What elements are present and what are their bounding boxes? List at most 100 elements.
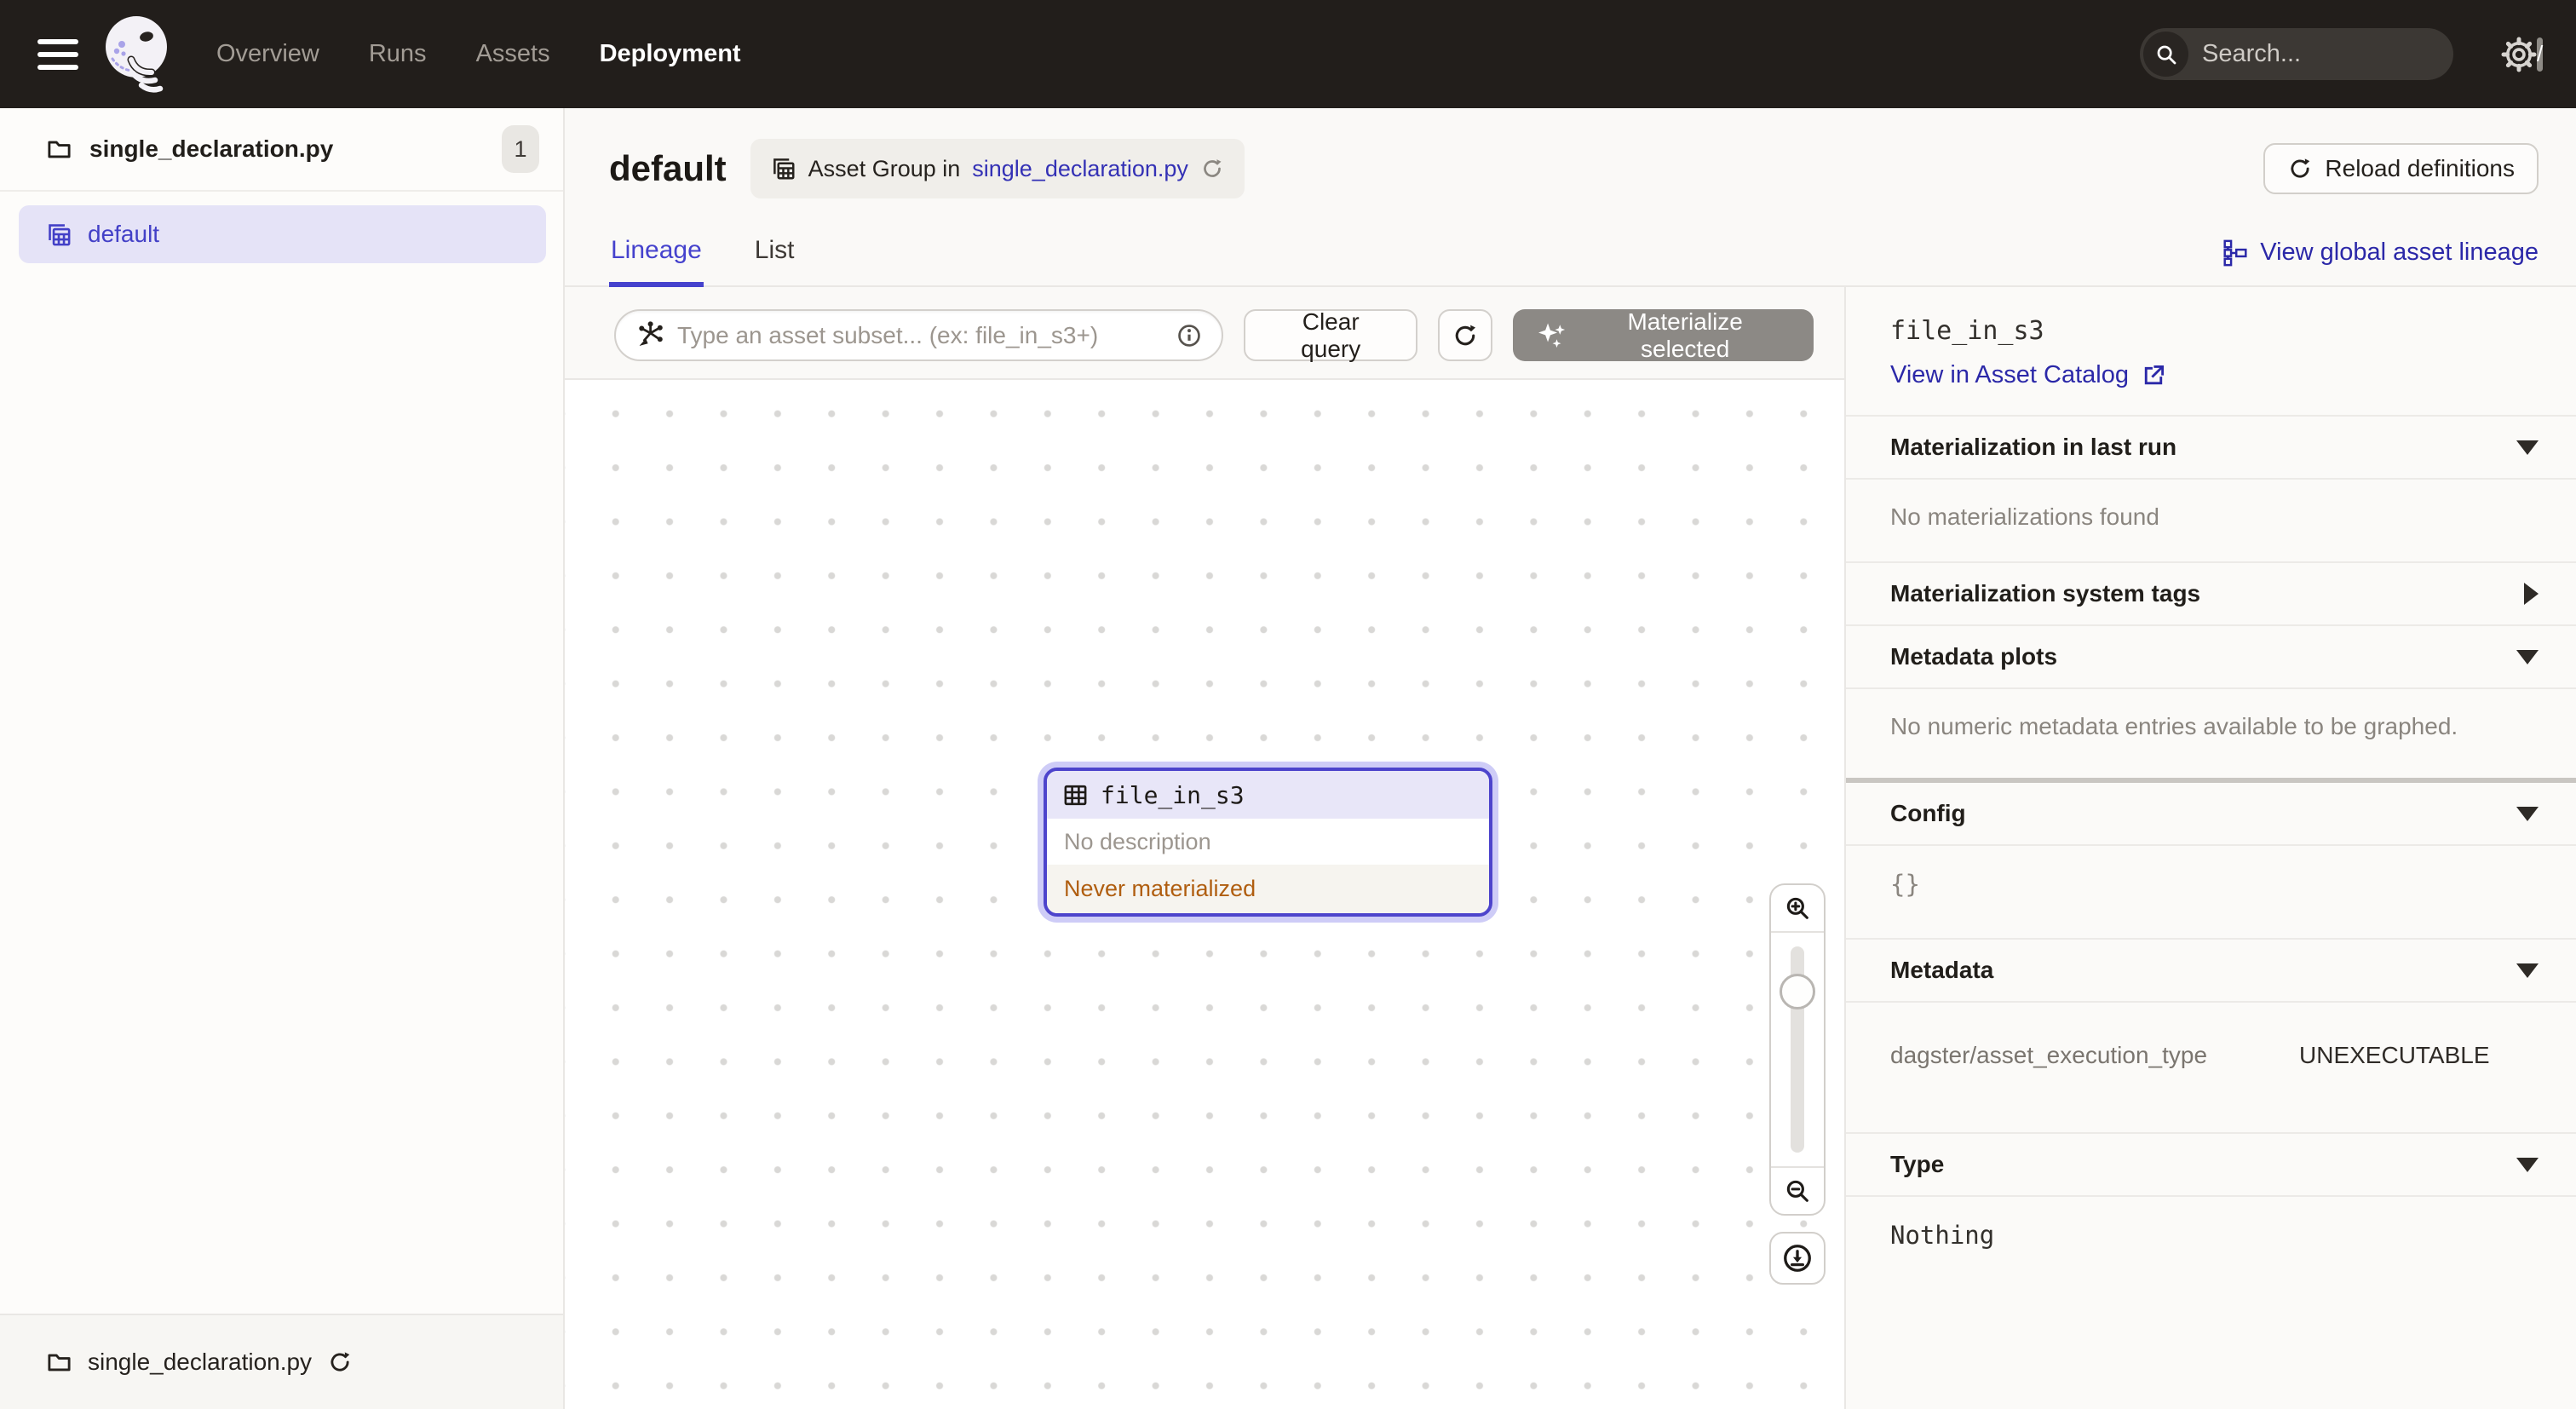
metadata-table-row: dagster/asset_execution_type UNEXECUTABL… xyxy=(1890,1027,2539,1091)
group-label: default xyxy=(88,221,159,248)
asset-details-title: file_in_s3 xyxy=(1890,316,2539,346)
asset-count-badge: 1 xyxy=(502,125,539,173)
footer-code-location-name: single_declaration.py xyxy=(88,1349,312,1376)
metadata-key: dagster/asset_execution_type xyxy=(1890,1042,2299,1069)
asset-subset-input[interactable] xyxy=(665,322,1176,349)
lineage-toolbar: Clear query Materialize selected xyxy=(565,287,1844,380)
view-in-asset-catalog-label: View in Asset Catalog xyxy=(1890,361,2129,389)
nav-item-runs[interactable]: Runs xyxy=(369,40,427,68)
section-label: Config xyxy=(1890,800,1966,827)
reload-icon xyxy=(2287,156,2313,181)
sidebar-code-location-row[interactable]: single_declaration.py 1 xyxy=(0,108,563,192)
lineage-graph-icon xyxy=(2222,239,2248,267)
asset-node-file-in-s3[interactable]: file_in_s3 No description Never material… xyxy=(1044,768,1492,917)
chevron-right-icon xyxy=(2524,583,2539,605)
tabs-bar: Lineage List View global asset lineage xyxy=(565,224,2576,287)
chevron-down-icon xyxy=(2516,963,2539,978)
table-icon xyxy=(1062,782,1089,808)
refresh-icon xyxy=(1452,322,1479,349)
type-value: Nothing xyxy=(1846,1195,2576,1280)
top-navigation-bar: Overview Runs Assets Deployment / xyxy=(0,0,2576,108)
zoom-controls xyxy=(1769,883,1826,1216)
refresh-icon[interactable] xyxy=(1200,157,1224,181)
section-metadata-plots[interactable]: Metadata plots xyxy=(1846,624,2576,687)
section-materialization-system-tags[interactable]: Materialization system tags xyxy=(1846,561,2576,624)
reload-definitions-button[interactable]: Reload definitions xyxy=(2263,143,2539,194)
clear-query-button[interactable]: Clear query xyxy=(1244,309,1417,361)
search-icon xyxy=(2143,32,2188,77)
chevron-down-icon xyxy=(2516,1158,2539,1172)
section-metadata[interactable]: Metadata xyxy=(1846,938,2576,1001)
tab-list[interactable]: List xyxy=(753,224,796,287)
reload-icon[interactable] xyxy=(327,1349,353,1375)
nav-item-deployment[interactable]: Deployment xyxy=(600,40,741,68)
reload-definitions-label: Reload definitions xyxy=(2325,155,2515,182)
zoom-slider[interactable] xyxy=(1771,933,1824,1166)
section-config[interactable]: Config xyxy=(1846,783,2576,844)
code-location-name: single_declaration.py xyxy=(89,135,485,163)
section-label: Type xyxy=(1890,1151,1944,1178)
code-location-sidebar: single_declaration.py 1 default single_d… xyxy=(0,108,565,1409)
sidebar-footer-code-location: single_declaration.py xyxy=(0,1314,563,1409)
asset-group-tag: Asset Group in single_declaration.py xyxy=(750,139,1245,198)
dagster-logo-icon[interactable] xyxy=(97,12,175,97)
sparkle-icon xyxy=(1537,319,1569,352)
folder-icon xyxy=(46,136,72,163)
asset-group-tag-prefix: Asset Group in xyxy=(808,156,961,182)
chevron-down-icon xyxy=(2516,807,2539,821)
external-link-icon xyxy=(2141,363,2166,388)
section-materialization-in-last-run[interactable]: Materialization in last run xyxy=(1846,415,2576,478)
section-label: Metadata xyxy=(1890,957,1993,984)
lineage-view: Clear query Materialize selected xyxy=(565,287,1844,1409)
primary-nav: Overview Runs Assets Deployment xyxy=(216,40,741,68)
chevron-down-icon xyxy=(2516,440,2539,455)
lineage-canvas[interactable]: file_in_s3 No description Never material… xyxy=(565,380,1844,1409)
page-header: default Asset Group in single_declaratio… xyxy=(565,108,2576,198)
fit-to-view-button[interactable] xyxy=(1769,1232,1826,1285)
materialize-selected-button[interactable]: Materialize selected xyxy=(1513,309,1814,361)
download-center-icon xyxy=(1781,1242,1814,1274)
clear-query-label: Clear query xyxy=(1269,308,1392,363)
asset-details-panel: file_in_s3 View in Asset Catalog Materia… xyxy=(1844,287,2576,1409)
code-location-link[interactable]: single_declaration.py xyxy=(972,156,1188,182)
view-in-asset-catalog-link[interactable]: View in Asset Catalog xyxy=(1890,361,2539,389)
menu-icon[interactable] xyxy=(37,39,78,70)
section-label: Metadata plots xyxy=(1890,643,2057,670)
asset-node-name: file_in_s3 xyxy=(1101,781,1245,809)
zoom-out-icon xyxy=(1783,1176,1812,1205)
metadata-value: UNEXECUTABLE xyxy=(2299,1042,2490,1069)
info-icon[interactable] xyxy=(1176,322,1203,349)
last-run-empty-state: No materializations found xyxy=(1846,478,2576,561)
search-input[interactable] xyxy=(2188,40,2537,68)
asset-node-description: No description xyxy=(1047,819,1489,865)
zoom-in-icon xyxy=(1783,894,1812,923)
global-search[interactable]: / xyxy=(2140,28,2453,80)
view-global-asset-lineage-label: View global asset lineage xyxy=(2260,239,2539,267)
zoom-in-button[interactable] xyxy=(1771,885,1824,933)
folder-icon xyxy=(46,1349,72,1376)
tab-lineage[interactable]: Lineage xyxy=(609,224,704,287)
section-type[interactable]: Type xyxy=(1846,1132,2576,1195)
metadata-table: dagster/asset_execution_type UNEXECUTABL… xyxy=(1846,1001,2576,1132)
asset-subset-query-box[interactable] xyxy=(614,309,1223,361)
chevron-down-icon xyxy=(2516,650,2539,664)
nav-item-assets[interactable]: Assets xyxy=(476,40,550,68)
section-label: Materialization system tags xyxy=(1890,580,2200,607)
page-title: default xyxy=(609,148,727,189)
zoom-out-button[interactable] xyxy=(1771,1166,1824,1214)
nav-item-overview[interactable]: Overview xyxy=(216,40,319,68)
sidebar-item-default-group[interactable]: default xyxy=(19,205,546,263)
asset-group-icon xyxy=(771,156,796,181)
asset-node-status: Never materialized xyxy=(1047,865,1489,913)
zoom-slider-thumb[interactable] xyxy=(1780,974,1815,1009)
refresh-graph-button[interactable] xyxy=(1438,309,1492,361)
main-content: default Asset Group in single_declaratio… xyxy=(565,108,2576,1409)
asset-graph-query-icon xyxy=(635,320,665,351)
section-label: Materialization in last run xyxy=(1890,434,2176,461)
metadata-plots-empty-state: No numeric metadata entries available to… xyxy=(1846,687,2576,778)
view-global-asset-lineage-link[interactable]: View global asset lineage xyxy=(2222,239,2539,285)
gear-icon[interactable] xyxy=(2499,35,2539,74)
materialize-selected-label: Materialize selected xyxy=(1580,308,1790,363)
asset-group-icon xyxy=(46,221,72,248)
config-value: {} xyxy=(1846,844,2576,938)
